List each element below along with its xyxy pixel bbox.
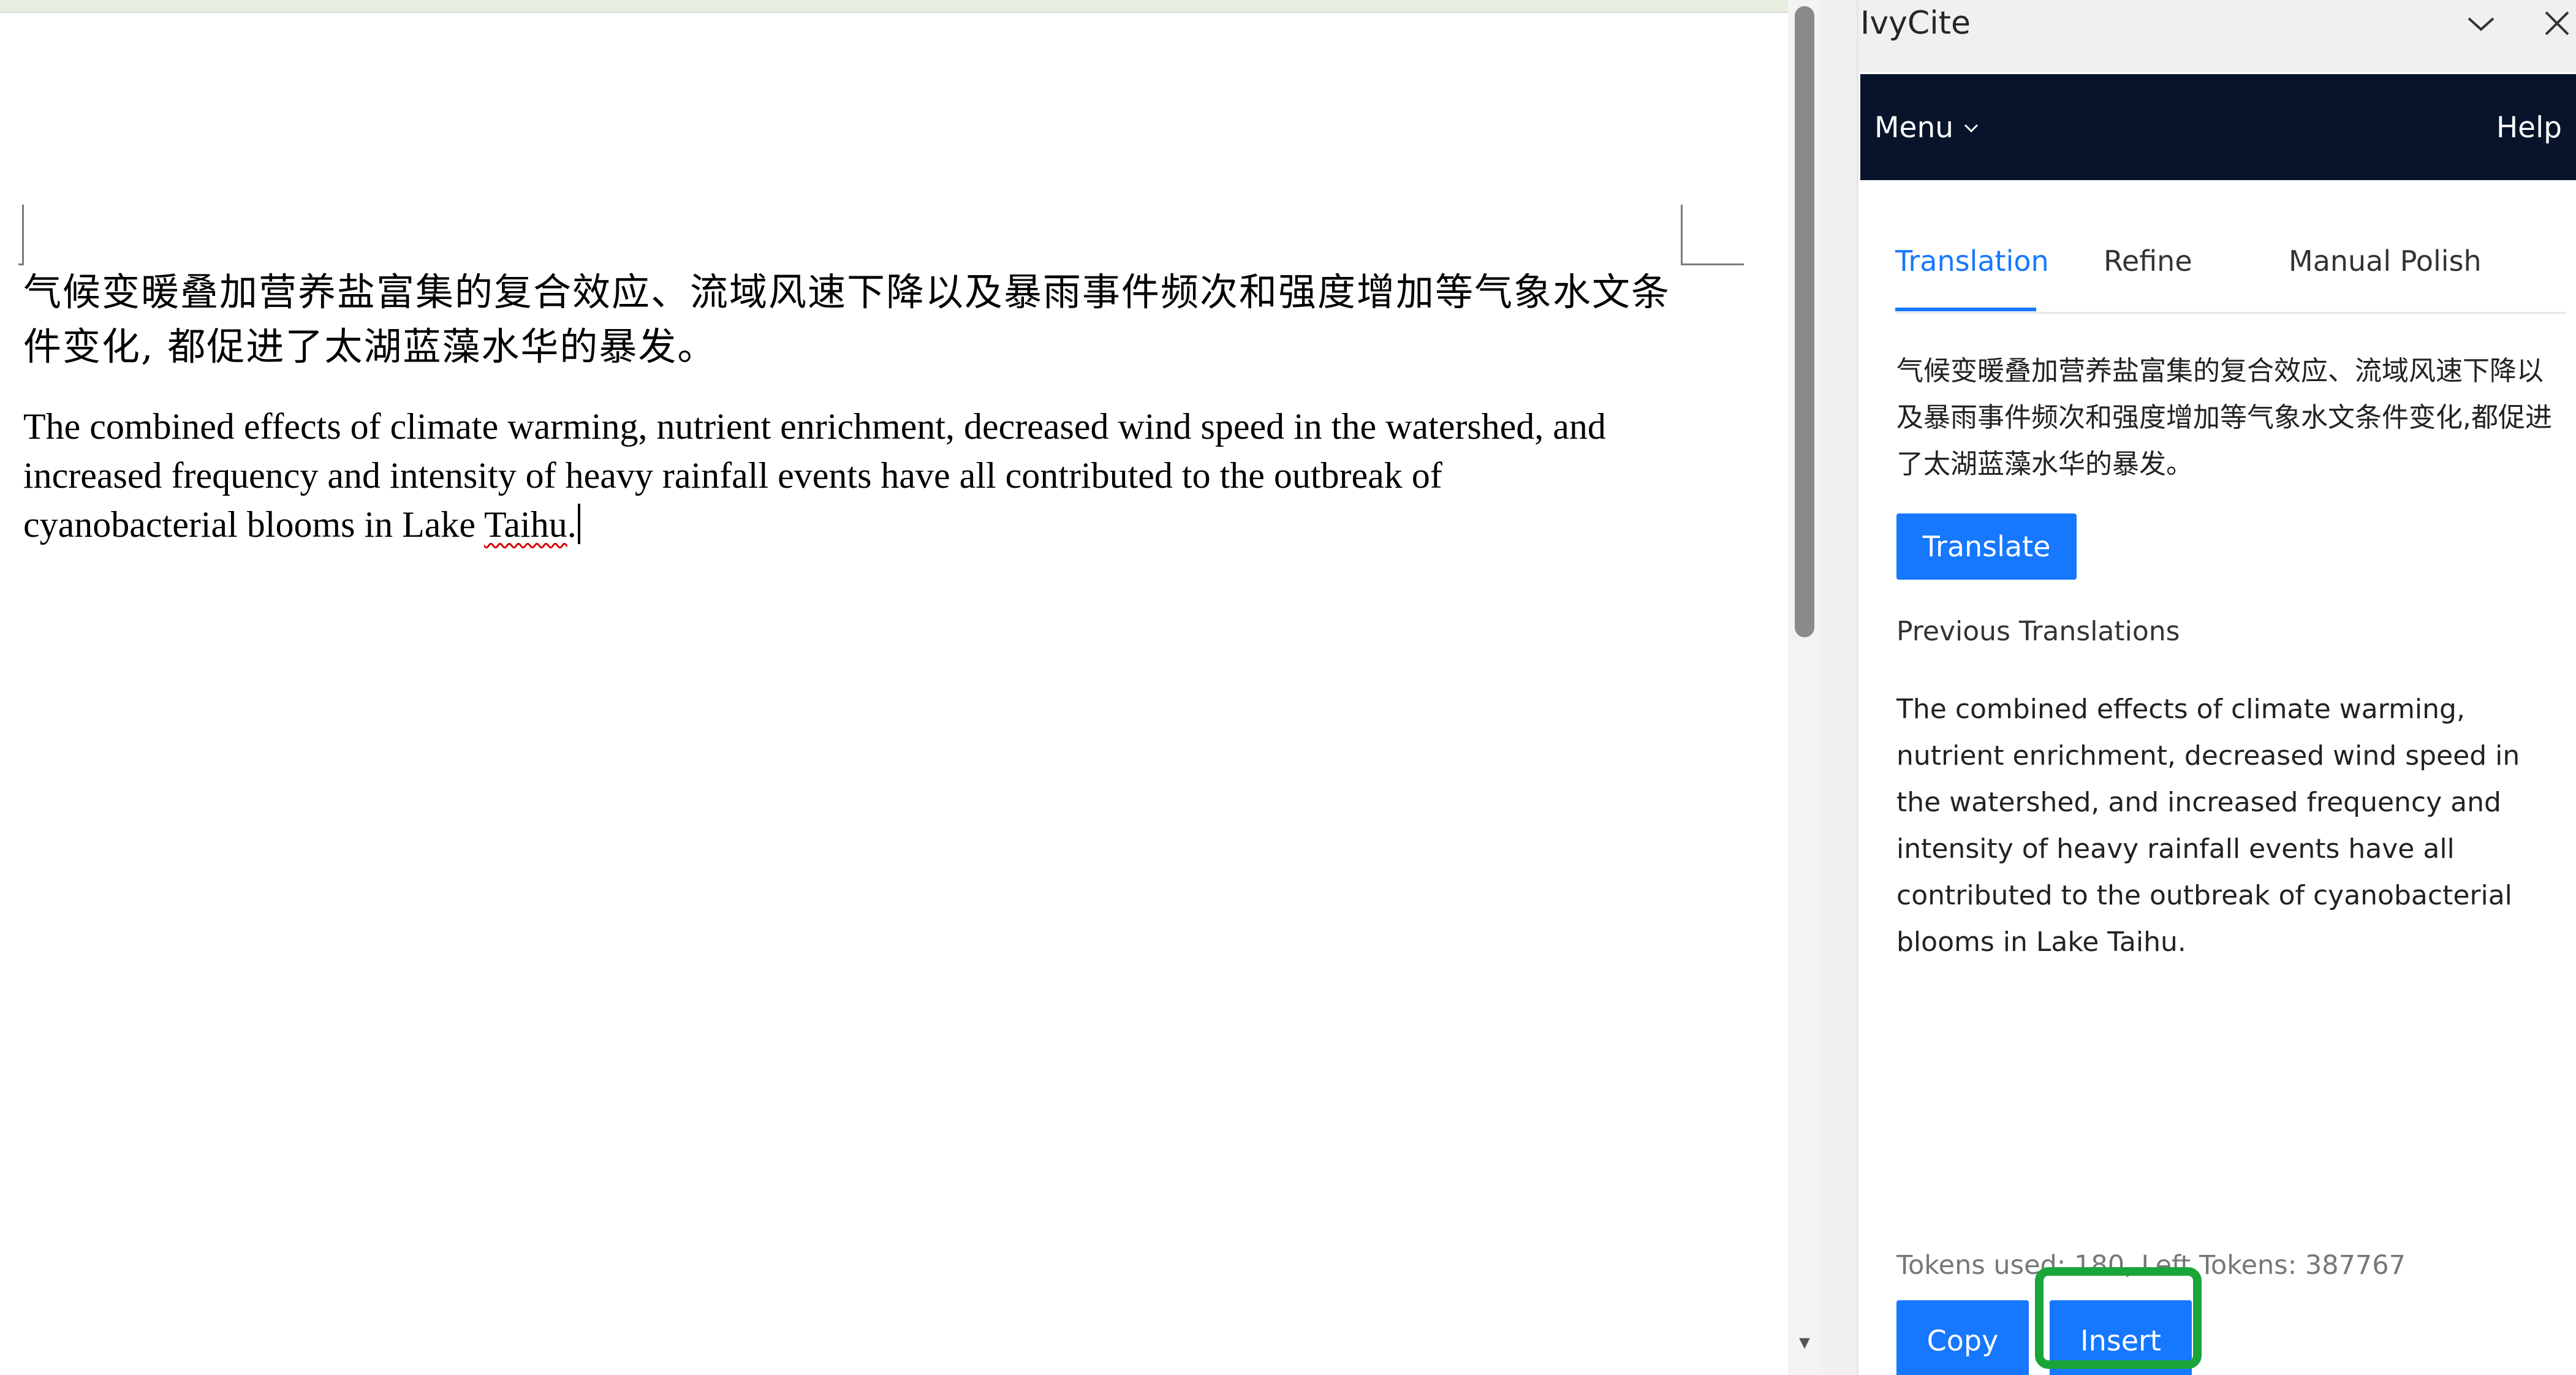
help-link[interactable]: Help — [2496, 111, 2562, 145]
addin-task-pane: IvyCite Menu Help Translation Refine Man… — [1857, 0, 2576, 1375]
pane-splitter — [1822, 0, 1857, 1375]
scroll-down-arrow-icon[interactable]: ▼ — [1795, 1331, 1814, 1355]
tab-translation[interactable]: Translation — [1895, 244, 2049, 278]
pane-title: IvyCite — [1860, 5, 1971, 42]
margin-crop-mark-left — [18, 205, 24, 265]
insert-button[interactable]: Insert — [2050, 1300, 2192, 1375]
chevron-down-icon — [1964, 124, 1979, 132]
pane-tabs: Translation Refine Manual Polish — [1895, 236, 2566, 314]
paragraph-text: The combined effects of climate warming,… — [23, 406, 1606, 545]
previous-translation-text: The combined effects of climate warming,… — [1896, 694, 2520, 958]
close-icon[interactable] — [2539, 5, 2575, 42]
scrollbar-thumb[interactable] — [1795, 6, 1814, 637]
menu-button[interactable]: Menu — [1874, 111, 1980, 145]
previous-translations-heading: Previous Translations — [1896, 616, 2180, 647]
chevron-down-icon[interactable] — [2463, 5, 2499, 42]
document-canvas[interactable]: 气候变暖叠加营养盐富集的复合效应、流域风速下降以及暴雨事件频次和强度增加等气象水… — [0, 0, 1788, 1375]
source-text: 气候变暖叠加营养盐富集的复合效应、流域风速下降以及暴雨事件频次和强度增加等气象水… — [1896, 355, 2552, 480]
translate-button[interactable]: Translate — [1896, 513, 2077, 580]
addin-nav-bar: Menu Help — [1860, 74, 2576, 180]
text-cursor — [577, 504, 580, 544]
menu-label: Menu — [1874, 111, 1954, 145]
document-paragraph-chinese[interactable]: 气候变暖叠加营养盐富集的复合效应、流域风速下降以及暴雨事件频次和强度增加等气象水… — [23, 265, 1678, 374]
spellcheck-flagged-word[interactable]: Taihu — [484, 504, 567, 545]
paragraph-period: . — [567, 504, 577, 545]
document-scrollbar[interactable]: ▼ — [1788, 0, 1822, 1375]
active-tab-indicator — [1895, 308, 2036, 311]
tab-refine[interactable]: Refine — [2104, 244, 2192, 278]
document-paragraph-english[interactable]: The combined effects of climate warming,… — [23, 402, 1665, 549]
margin-crop-mark-right — [1681, 205, 1744, 265]
tab-manual-polish[interactable]: Manual Polish — [2289, 244, 2482, 278]
document-top-edge — [0, 0, 1788, 13]
pane-header: IvyCite — [1858, 0, 2576, 72]
copy-button[interactable]: Copy — [1896, 1300, 2029, 1375]
token-usage-status: Tokens used: 180, Left Tokens: 387767 — [1896, 1250, 2406, 1281]
